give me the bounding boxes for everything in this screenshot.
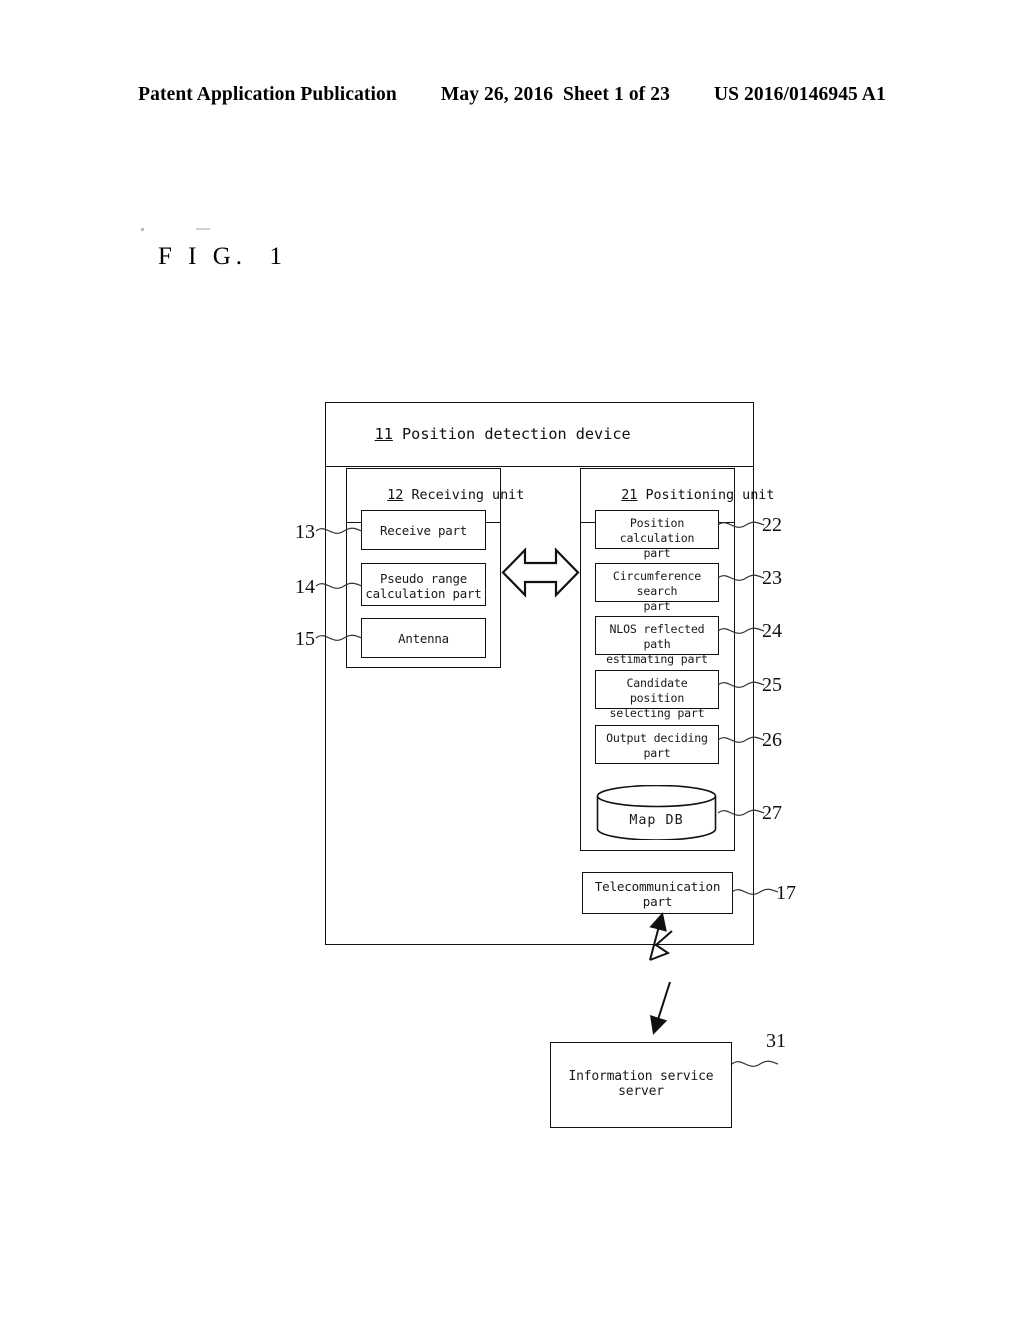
nlos-reflected-path-estimating-part-box: NLOS reflected path estimating part (595, 616, 719, 666)
candidate-position-selecting-part-box: Candidate position selecting part (595, 670, 719, 720)
publication-label: Patent Application Publication (138, 84, 397, 105)
map-db-label: Map DB (629, 813, 684, 828)
ref-number-25: 25 (762, 674, 782, 696)
antenna-label: Antenna (398, 631, 449, 646)
patent-number-label: US 2016/0146945 A1 (713, 84, 886, 105)
candidate-position-selecting-part-label: Candidate position selecting part (609, 676, 705, 720)
ref-number-13: 13 (295, 521, 315, 543)
output-deciding-part-box: Output deciding part (595, 725, 719, 764)
ref-number-17: 17 (776, 882, 796, 904)
device-ref-number: 11 (374, 425, 393, 444)
pseudo-range-calculation-part-box: Pseudo range calculation part (361, 563, 486, 606)
ref-number-27: 27 (762, 802, 782, 824)
nlos-reflected-path-estimating-part-label: NLOS reflected path estimating part (606, 622, 708, 666)
position-calculation-part-label: Position calculation part (619, 516, 695, 560)
receiving-unit-title: Receiving unit (411, 488, 525, 504)
ref-number-26: 26 (762, 729, 782, 751)
antenna-box: Antenna (361, 618, 486, 658)
circumference-search-part-label: Circumference search part (612, 569, 702, 613)
positioning-unit-title: Positioning unit (645, 488, 775, 504)
scan-artifact-smudge (196, 228, 210, 230)
device-title: Position detection device (402, 425, 631, 444)
ref-number-22: 22 (762, 514, 782, 536)
figure-caption: F I G. 1 (158, 243, 288, 270)
receive-part-box: Receive part (361, 510, 486, 550)
pseudo-range-calculation-part-label: Pseudo range calculation part (365, 571, 482, 601)
device-frame-header: 11 Position detection device (326, 403, 753, 467)
radio-link-arrow-icon (610, 905, 720, 1040)
circumference-search-part-box: Circumference search part (595, 563, 719, 613)
scan-artifact-speck (141, 228, 144, 231)
ref-number-15: 15 (295, 628, 315, 650)
ref-number-24: 24 (762, 620, 782, 642)
date-sheet-label: May 26, 2016 Sheet 1 of 23 (440, 84, 670, 105)
receive-part-label: Receive part (379, 523, 468, 538)
information-service-server-label: Information service server (568, 1069, 714, 1099)
positioning-unit-ref-number: 21 (621, 488, 638, 504)
output-deciding-part-label: Output deciding part (606, 731, 708, 760)
position-calculation-part-box: Position calculation part (595, 510, 719, 560)
bidirectional-arrow-icon (501, 533, 580, 612)
ref-number-31: 31 (766, 1030, 786, 1052)
receiving-unit-ref-number: 12 (387, 488, 404, 504)
ref-number-14: 14 (295, 576, 315, 598)
page-header: Patent Application Publication May 26, 2… (0, 84, 1024, 106)
ref-number-23: 23 (762, 567, 782, 589)
information-service-server-box: Information service server (550, 1042, 732, 1128)
map-db-cylinder: Map DB (596, 785, 717, 840)
